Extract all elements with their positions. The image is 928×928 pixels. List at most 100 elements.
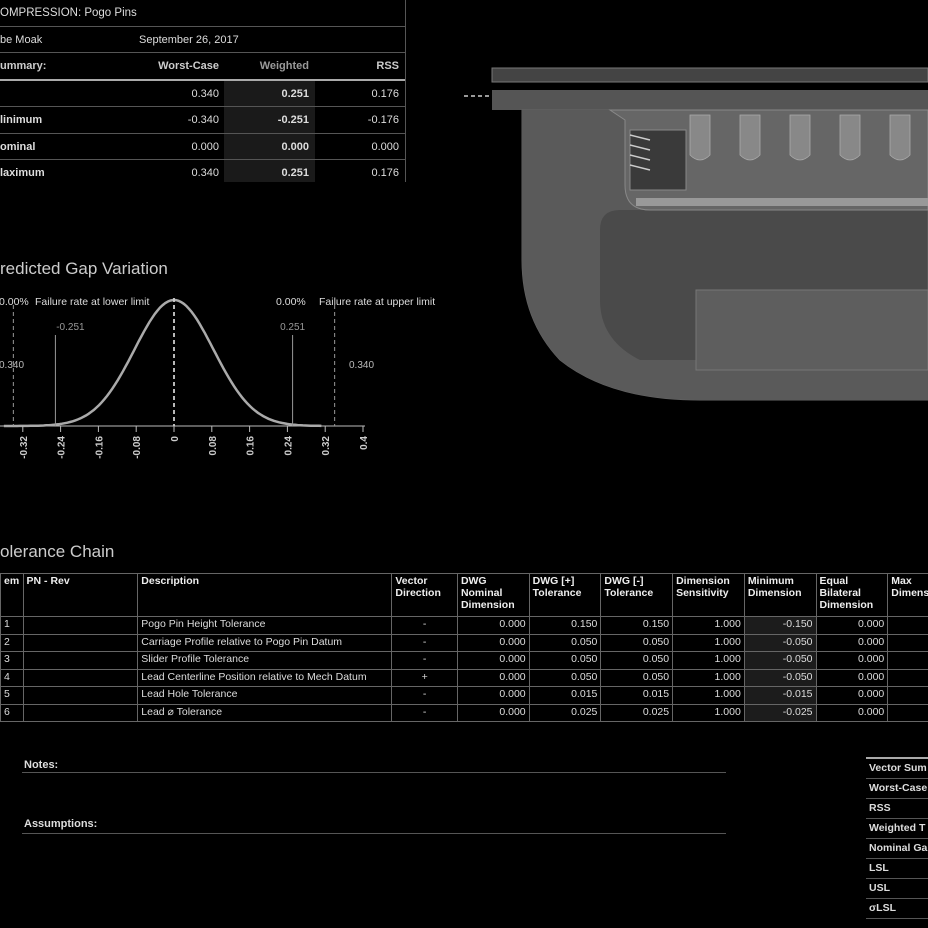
table-cell: 1.000 <box>672 686 745 705</box>
lower-failure-label: Failure rate at lower limit <box>35 296 149 308</box>
table-cell: 1.000 <box>672 703 745 722</box>
table-cell: Lead ⌀ Tolerance <box>137 703 393 722</box>
table-cell: - <box>391 616 458 635</box>
table-row: 4 Lead Centerline Position relative to Me… <box>0 668 928 687</box>
cad-section-drawing <box>464 67 928 401</box>
chain-header: Max Dimension <box>887 573 928 617</box>
table-cell: - <box>391 703 458 722</box>
chain-header: Equal Bilateral Dimension <box>815 573 889 617</box>
table-cell: 0.025 <box>887 703 928 722</box>
x-tick-label: 0.4 <box>359 436 370 450</box>
col-weighted: Weighted <box>259 60 309 72</box>
table-cell: - <box>391 651 458 670</box>
summary-row: laximum 0.340 0.251 0.176 <box>0 167 399 179</box>
table-cell <box>22 703 139 722</box>
tolerance-chain-table: em PN - Rev Description Vector Direction DWG… <box>0 573 928 722</box>
table-cell: 0.000 <box>815 633 889 652</box>
table-cell: 0.050 <box>887 651 928 670</box>
table-cell: 5 <box>0 686 24 705</box>
table-cell: 0.050 <box>887 633 928 652</box>
distribution-curve <box>3 298 322 428</box>
table-cell: + <box>391 668 458 687</box>
table-cell: 0.000 <box>456 686 530 705</box>
table-cell: -0.050 <box>743 633 817 652</box>
result-rss: RSS <box>866 799 928 819</box>
table-cell: 0.015 <box>887 686 928 705</box>
x-tick-label: 0 <box>170 436 181 442</box>
table-cell <box>22 668 139 687</box>
weighted-upper-label: 0.251 <box>280 322 305 333</box>
col-rss: RSS <box>376 60 399 72</box>
col-worst-case: Worst-Case <box>158 60 219 72</box>
table-cell: 0.050 <box>600 668 674 687</box>
notes-line <box>22 772 726 773</box>
table-cell: 0.050 <box>528 633 602 652</box>
table-cell: 0.025 <box>600 703 674 722</box>
tolerance-chain-title: olerance Chain <box>0 542 115 561</box>
table-cell: 0.000 <box>815 616 889 635</box>
chain-header: PN - Rev <box>22 573 139 617</box>
result-sigma-lsl: σLSL <box>866 899 928 919</box>
table-cell: 1.000 <box>672 616 745 635</box>
table-row: 3 Slider Profile Tolerance -0.000 0.050 0.05… <box>0 651 928 670</box>
table-cell: 0.015 <box>528 686 602 705</box>
table-cell: -0.150 <box>743 616 817 635</box>
table-row: 1 Pogo Pin Height Tolerance -0.000 0.150 0.1… <box>0 616 928 635</box>
table-cell: -0.015 <box>743 686 817 705</box>
table-cell: 0.000 <box>815 668 889 687</box>
chain-header: Dimension Sensitivity <box>672 573 745 617</box>
result-weighted: Weighted T <box>866 819 928 839</box>
chain-header: DWG Nominal Dimension <box>456 573 530 617</box>
table-cell: Pogo Pin Height Tolerance <box>137 616 393 635</box>
table-cell: - <box>391 686 458 705</box>
result-usl: USL <box>866 879 928 899</box>
table-cell: 4 <box>0 668 24 687</box>
table-cell: Carriage Profile relative to Pogo Pin Da… <box>137 633 393 652</box>
table-cell: 0.150 <box>887 616 928 635</box>
table-cell: 0.000 <box>815 703 889 722</box>
table-cell: -0.025 <box>743 703 817 722</box>
table-cell: 0.025 <box>528 703 602 722</box>
table-cell: 0.000 <box>456 703 530 722</box>
results-table: Vector Sum Worst-Case RSS Weighted T Nom… <box>866 757 928 919</box>
summary-border <box>405 0 406 182</box>
summary-row: ominal 0.000 0.000 0.000 <box>0 134 406 160</box>
gap-variation-chart: -0.32 -0.24 -0.16 -0.08 0 0.08 0.16 0.24 0.32 0.4… <box>0 296 435 459</box>
x-tick-label: 0.24 <box>283 436 294 456</box>
result-vector-sum: Vector Sum <box>866 759 928 779</box>
worst-upper-label: 0.340 <box>349 360 374 371</box>
upper-failure-rate: 0.00% <box>276 296 306 308</box>
table-cell: 0.050 <box>528 668 602 687</box>
analysis-date: September 26, 2017 <box>139 33 239 46</box>
analysis-title: OMPRESSION: Pogo Pins <box>0 7 137 19</box>
table-cell: 0.000 <box>456 633 530 652</box>
engineer-name: be Moak <box>0 33 43 46</box>
chain-header: DWG [-] Tolerance <box>600 573 674 617</box>
assumptions-line <box>22 833 726 834</box>
assumptions-label: Assumptions: <box>24 818 98 830</box>
table-cell: 1.000 <box>672 633 745 652</box>
chain-header: Vector Direction <box>391 573 458 617</box>
table-cell: - <box>391 633 458 652</box>
x-tick-label: -0.08 <box>132 436 143 459</box>
chain-header: em <box>0 573 24 617</box>
table-cell: 2 <box>0 633 24 652</box>
table-row: 2 Carriage Profile relative to Pogo Pin D… <box>0 633 928 652</box>
x-tick-label: 0.08 <box>208 436 219 456</box>
table-cell: 0.150 <box>528 616 602 635</box>
table-cell: 0.050 <box>528 651 602 670</box>
summary-label: ummary: <box>0 60 47 72</box>
table-cell: Lead Hole Tolerance <box>137 686 393 705</box>
weighted-lower-label: -0.251 <box>56 322 85 333</box>
table-cell: 3 <box>0 651 24 670</box>
lower-failure-rate: 0.00% <box>0 296 29 308</box>
table-cell <box>22 633 139 652</box>
x-tick-label: 0.32 <box>321 436 332 456</box>
summary-row: 0.340 0.251 0.176 <box>0 81 406 107</box>
table-cell <box>22 686 139 705</box>
upper-failure-label: Failure rate at upper limit <box>319 296 435 308</box>
x-tick-label: 0.16 <box>246 436 257 456</box>
table-cell: 0.050 <box>887 668 928 687</box>
table-cell: 0.150 <box>600 616 674 635</box>
table-cell: 0.000 <box>456 616 530 635</box>
